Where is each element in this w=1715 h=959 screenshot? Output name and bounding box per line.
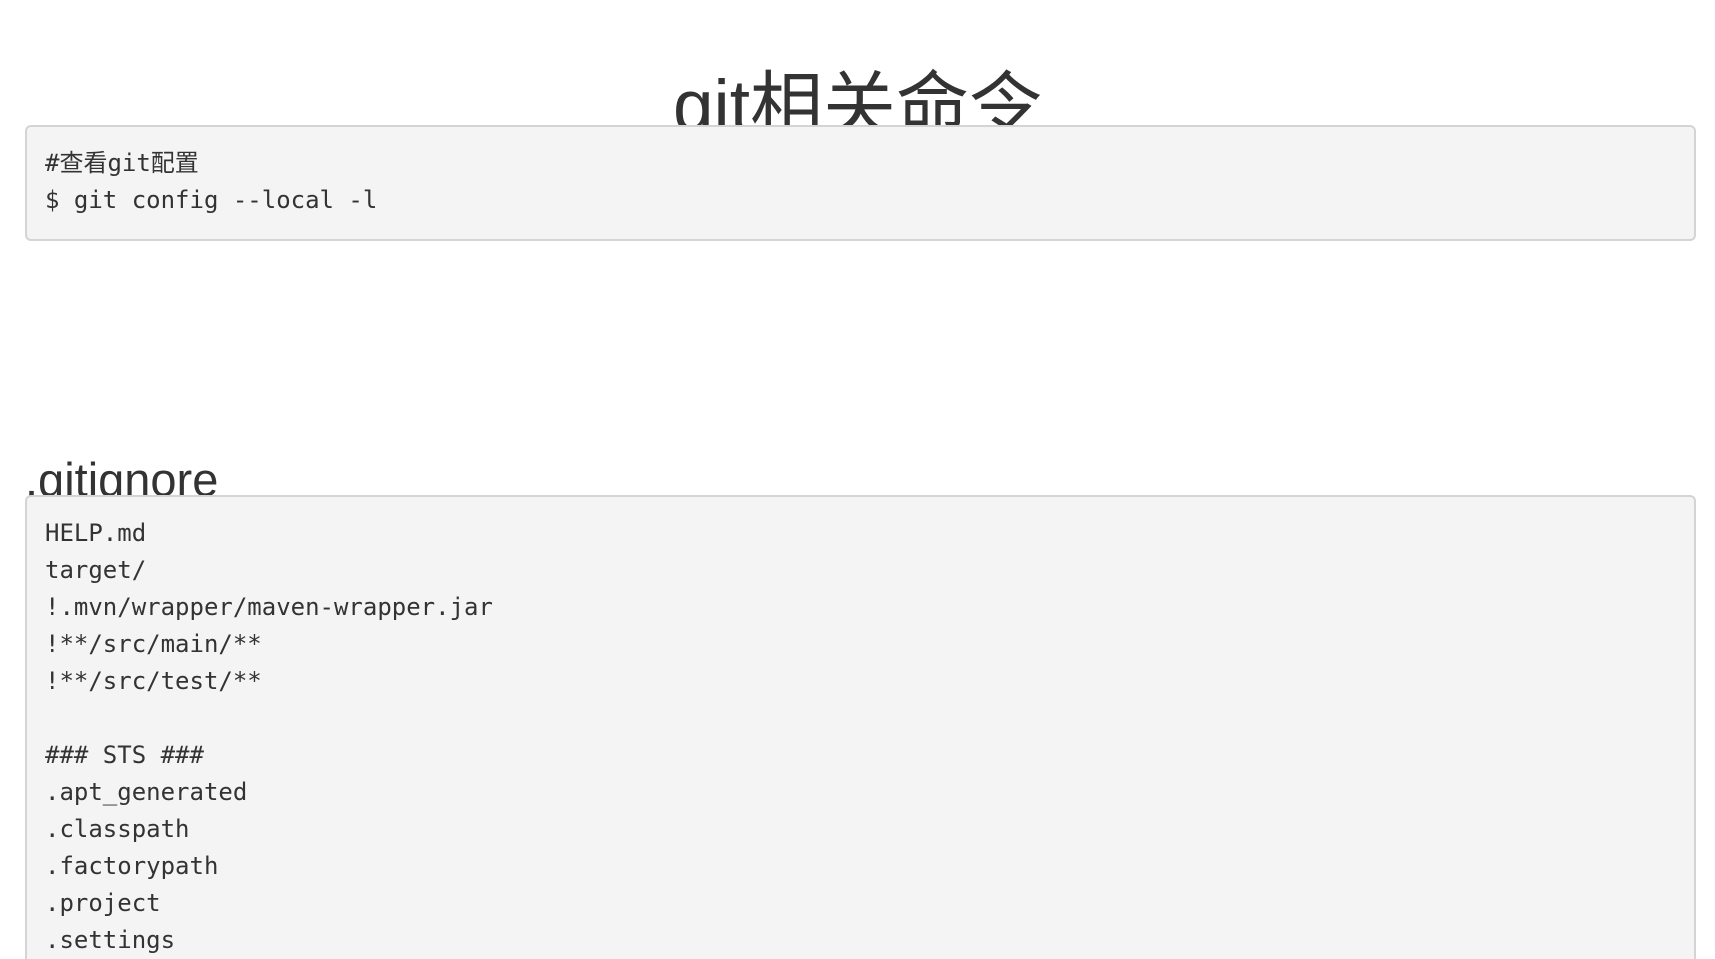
code-line: .settings bbox=[45, 926, 176, 954]
code-line: HELP.md bbox=[45, 519, 147, 547]
code-line: !**/src/test/** bbox=[45, 667, 262, 695]
code-line: $ git config --local -l bbox=[45, 186, 378, 214]
blank-code-line bbox=[45, 700, 1676, 737]
code-line: .apt_generated bbox=[45, 778, 248, 806]
code-line: .project bbox=[45, 889, 161, 917]
code-line: #查看git配置 bbox=[45, 149, 199, 177]
code-line: .factorypath bbox=[45, 852, 219, 880]
document-page: git相关命令 #查看git配置 $ git config --local -l… bbox=[0, 0, 1715, 959]
code-line: ### STS ### bbox=[45, 741, 204, 769]
gitignore-code-block: HELP.md target/ !.mvn/wrapper/maven-wrap… bbox=[25, 495, 1696, 959]
git-config-code-block: #查看git配置 $ git config --local -l bbox=[25, 125, 1696, 241]
code-line: .classpath bbox=[45, 815, 190, 843]
code-line: !**/src/main/** bbox=[45, 630, 262, 658]
code-line: target/ bbox=[45, 556, 147, 584]
code-line: !.mvn/wrapper/maven-wrapper.jar bbox=[45, 593, 493, 621]
